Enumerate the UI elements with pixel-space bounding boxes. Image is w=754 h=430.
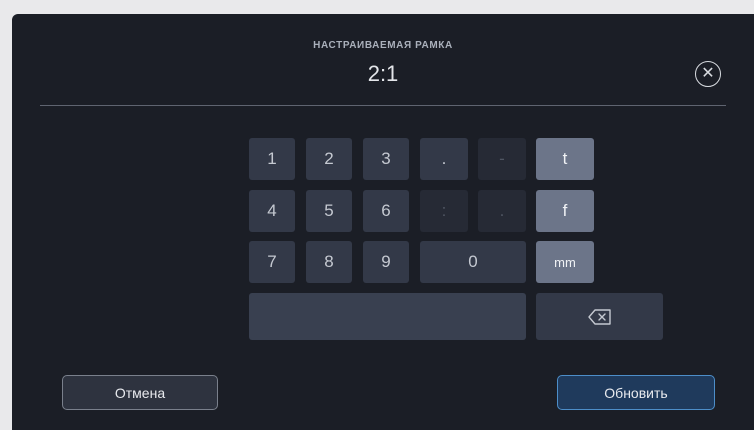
value-display: 2:1 bbox=[367, 61, 399, 86]
cancel-button[interactable]: Отмена bbox=[62, 375, 218, 410]
key-6[interactable]: 6 bbox=[363, 190, 409, 232]
key-dash: - bbox=[478, 138, 526, 180]
key-3[interactable]: 3 bbox=[363, 138, 409, 180]
key-2[interactable]: 2 bbox=[306, 138, 352, 180]
close-icon[interactable]: ✕ bbox=[695, 61, 721, 87]
key-0[interactable]: 0 bbox=[420, 241, 526, 283]
backspace-icon bbox=[587, 308, 611, 325]
key-1[interactable]: 1 bbox=[249, 138, 295, 180]
backspace-button[interactable] bbox=[536, 293, 663, 340]
update-button[interactable]: Обновить bbox=[557, 375, 715, 410]
key-8[interactable]: 8 bbox=[306, 241, 352, 283]
key-unit-f[interactable]: f bbox=[536, 190, 594, 232]
key-4[interactable]: 4 bbox=[249, 190, 295, 232]
custom-frame-dialog: НАСТРАИВАЕМАЯ РАМКА 2:1 ✕ 1 2 3 . - t 4 … bbox=[12, 14, 754, 430]
key-colon: : bbox=[420, 190, 468, 232]
key-period-2: . bbox=[478, 190, 526, 232]
key-9[interactable]: 9 bbox=[363, 241, 409, 283]
key-5[interactable]: 5 bbox=[306, 190, 352, 232]
dialog-title: НАСТРАИВАЕМАЯ РАМКА bbox=[313, 40, 453, 51]
key-7[interactable]: 7 bbox=[249, 241, 295, 283]
key-unit-t[interactable]: t bbox=[536, 138, 594, 180]
divider bbox=[40, 105, 726, 106]
key-unit-mm[interactable]: mm bbox=[536, 241, 594, 283]
key-space[interactable] bbox=[249, 293, 526, 340]
key-period[interactable]: . bbox=[420, 138, 468, 180]
